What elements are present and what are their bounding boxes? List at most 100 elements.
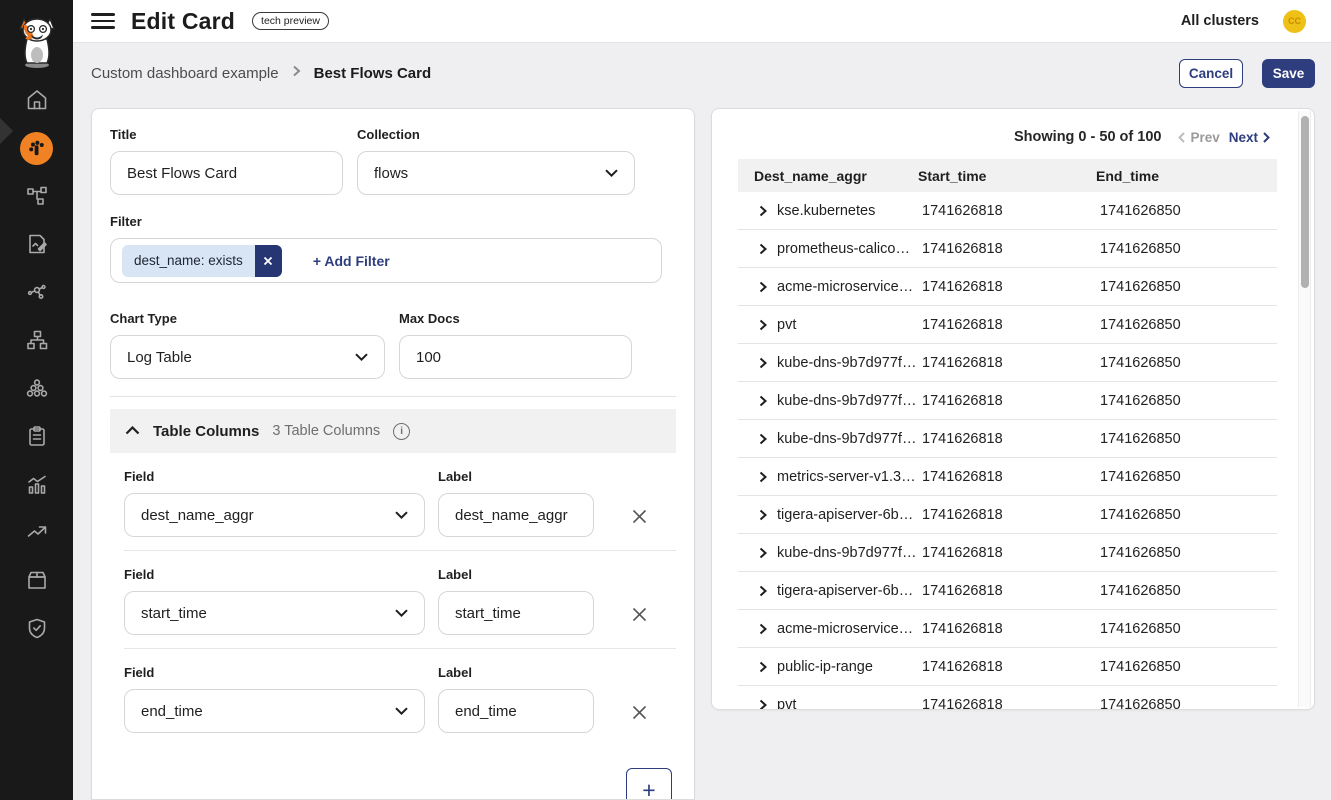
- remove-column-button[interactable]: [631, 508, 648, 525]
- table-column-row: Field start_time Label: [124, 550, 676, 648]
- field-label: Field: [124, 665, 425, 680]
- add-column-button[interactable]: +: [626, 768, 672, 800]
- topology-icon[interactable]: [0, 172, 73, 220]
- table-row[interactable]: kse.kubernetes 1741626818 1741626850: [738, 192, 1277, 230]
- save-button[interactable]: Save: [1262, 59, 1315, 88]
- chevron-right-expand-icon[interactable]: [759, 471, 767, 483]
- table-columns-section-header[interactable]: Table Columns 3 Table Columns i: [110, 409, 676, 453]
- chevron-right-expand-icon[interactable]: [759, 699, 767, 711]
- stats-chart-icon[interactable]: [0, 460, 73, 508]
- table-scrollbar-thumb[interactable]: [1301, 116, 1309, 288]
- table-row[interactable]: kube-dns-9b7d977f… 1741626818 1741626850: [738, 534, 1277, 572]
- add-filter-link[interactable]: + Add Filter: [313, 253, 390, 269]
- chevron-right-expand-icon[interactable]: [759, 205, 767, 217]
- table-row[interactable]: acme-microservice… 1741626818 1741626850: [738, 610, 1277, 648]
- filter-chip: dest_name: exists: [122, 245, 282, 277]
- home-icon[interactable]: [0, 76, 73, 124]
- filter-box: dest_name: exists + Add Filter: [110, 238, 662, 283]
- dest-name-cell: acme-microservice…: [777, 621, 913, 637]
- results-table: Dest_name_aggr Start_time End_time kse.k…: [738, 159, 1277, 710]
- title-field-label: Title: [110, 127, 343, 142]
- max-docs-label: Max Docs: [399, 311, 632, 326]
- chevron-right-expand-icon[interactable]: [759, 623, 767, 635]
- chevron-right-expand-icon[interactable]: [759, 509, 767, 521]
- table-row[interactable]: tigera-apiserver-6b… 1741626818 17416268…: [738, 572, 1277, 610]
- remove-column-button[interactable]: [631, 704, 648, 721]
- table-row[interactable]: metrics-server-v1.3… 1741626818 17416268…: [738, 458, 1277, 496]
- table-row[interactable]: public-ip-range 1741626818 1741626850: [738, 648, 1277, 686]
- sidebar-wedge-decoration: [0, 118, 13, 144]
- end-time-cell: 1741626850: [1096, 507, 1277, 523]
- table-row[interactable]: pvt 1741626818 1741626850: [738, 306, 1277, 344]
- close-icon: [631, 704, 648, 721]
- max-docs-input[interactable]: [399, 335, 632, 379]
- dest-name-cell: kube-dns-9b7d977f…: [777, 431, 916, 447]
- chevron-right-expand-icon[interactable]: [759, 281, 767, 293]
- end-time-cell: 1741626850: [1096, 545, 1277, 561]
- active-nav-highlight: [20, 132, 53, 165]
- chevron-right-expand-icon[interactable]: [759, 547, 767, 559]
- table-column-row: Field dest_name_aggr Label: [124, 453, 676, 550]
- dest-name-cell: tigera-apiserver-6b…: [777, 507, 913, 523]
- trend-arrow-icon[interactable]: [0, 508, 73, 556]
- dest-name-cell: pvt: [777, 317, 796, 333]
- table-row[interactable]: kube-dns-9b7d977f… 1741626818 1741626850: [738, 420, 1277, 458]
- filter-chip-label: dest_name: exists: [122, 245, 255, 277]
- field-select[interactable]: end_time: [124, 689, 425, 733]
- tree-hierarchy-icon[interactable]: [0, 316, 73, 364]
- table-row[interactable]: acme-microservice… 1741626818 1741626850: [738, 268, 1277, 306]
- table-columns-list: Field dest_name_aggr Label Field start_t…: [110, 453, 676, 746]
- start-time-cell: 1741626818: [918, 393, 1096, 409]
- graph-nodes-icon[interactable]: [0, 268, 73, 316]
- table-row[interactable]: tigera-apiserver-6b… 1741626818 17416268…: [738, 496, 1277, 534]
- report-edit-icon[interactable]: [0, 220, 73, 268]
- cancel-button[interactable]: Cancel: [1179, 59, 1243, 88]
- chevron-right-expand-icon[interactable]: [759, 661, 767, 673]
- chevron-right-expand-icon[interactable]: [759, 243, 767, 255]
- page-title: Edit Card: [131, 8, 235, 35]
- table-row[interactable]: kube-dns-9b7d977f… 1741626818 1741626850: [738, 382, 1277, 420]
- chevron-right-expand-icon[interactable]: [759, 319, 767, 331]
- table-scrollbar-track[interactable]: [1298, 111, 1311, 707]
- table-row[interactable]: kube-dns-9b7d977f… 1741626818 1741626850: [738, 344, 1277, 382]
- chevron-right-expand-icon[interactable]: [759, 357, 767, 369]
- table-row[interactable]: pvt 1741626818 1741626850: [738, 686, 1277, 710]
- start-time-cell: 1741626818: [918, 355, 1096, 371]
- label-input[interactable]: [438, 493, 594, 537]
- start-time-cell: 1741626818: [918, 469, 1096, 485]
- chart-type-select[interactable]: Log Table: [110, 335, 385, 379]
- shield-check-icon[interactable]: [0, 604, 73, 652]
- cluster-circles-icon[interactable]: [0, 364, 73, 412]
- chevron-right-expand-icon[interactable]: [759, 433, 767, 445]
- chevron-right-expand-icon[interactable]: [759, 395, 767, 407]
- pagination: Showing 0 - 50 of 100 Prev Next: [1014, 129, 1270, 145]
- clipboard-icon[interactable]: [0, 412, 73, 460]
- title-input[interactable]: [110, 151, 343, 195]
- collection-field-label: Collection: [357, 127, 635, 142]
- chevron-up-icon[interactable]: [125, 422, 140, 440]
- hamburger-menu-icon[interactable]: [91, 9, 115, 33]
- prev-page-button[interactable]: Prev: [1178, 130, 1219, 145]
- collection-select[interactable]: flows: [357, 151, 635, 195]
- package-icon[interactable]: [0, 556, 73, 604]
- cluster-selector[interactable]: All clusters: [1181, 13, 1259, 29]
- table-row[interactable]: prometheus-calico… 1741626818 1741626850: [738, 230, 1277, 268]
- column-header: End_time: [1096, 168, 1277, 184]
- field-select[interactable]: start_time: [124, 591, 425, 635]
- label-input[interactable]: [438, 591, 594, 635]
- remove-filter-button[interactable]: [255, 245, 282, 277]
- chevron-right-expand-icon[interactable]: [759, 585, 767, 597]
- start-time-cell: 1741626818: [918, 621, 1096, 637]
- breadcrumb-parent-link[interactable]: Custom dashboard example: [91, 65, 279, 82]
- chevron-right-icon: [1263, 132, 1270, 143]
- user-avatar[interactable]: CC: [1283, 10, 1306, 33]
- start-time-cell: 1741626818: [918, 241, 1096, 257]
- field-select[interactable]: dest_name_aggr: [124, 493, 425, 537]
- next-page-button[interactable]: Next: [1229, 130, 1270, 145]
- remove-column-button[interactable]: [631, 606, 648, 623]
- info-icon[interactable]: i: [393, 423, 410, 440]
- dest-name-cell: kse.kubernetes: [777, 203, 875, 219]
- label-input[interactable]: [438, 689, 594, 733]
- chevron-down-icon: [395, 707, 408, 715]
- end-time-cell: 1741626850: [1096, 431, 1277, 447]
